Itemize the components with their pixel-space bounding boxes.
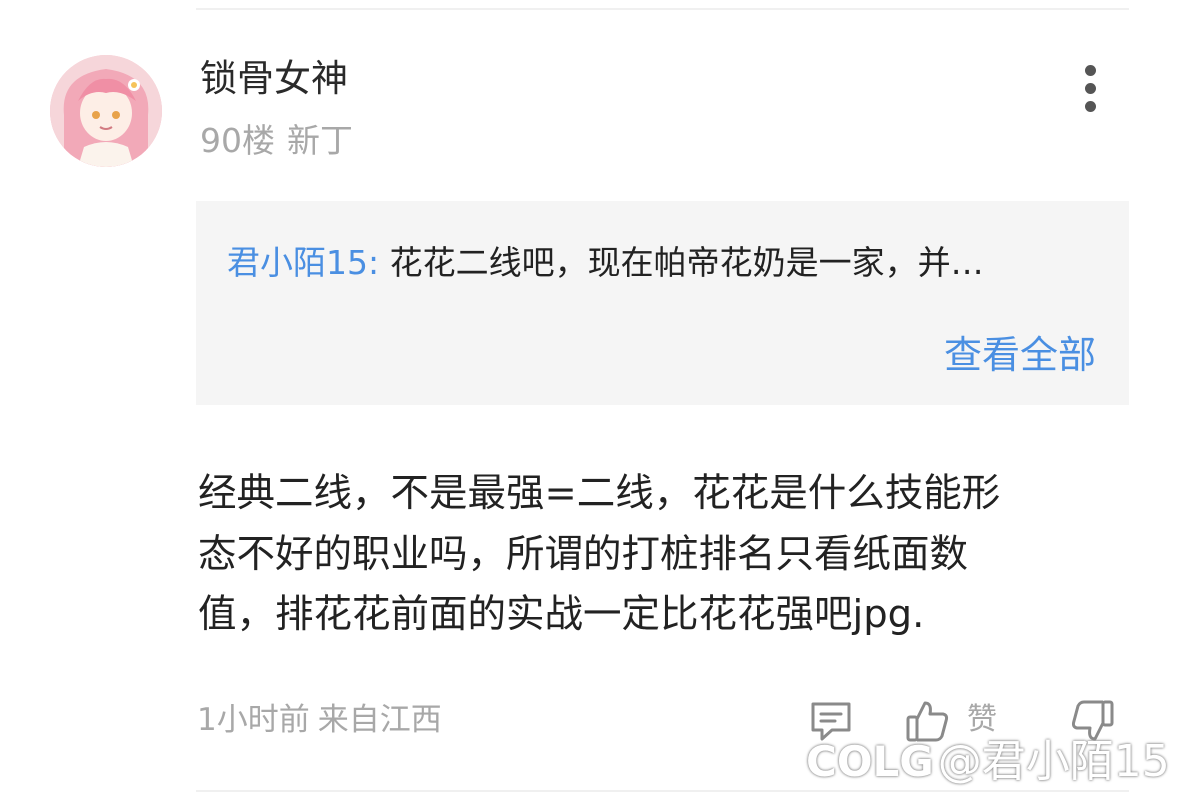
quote-line: 君小陌15: 花花二线吧，现在帕帝花奶是一家，并… — [227, 241, 984, 285]
post-content-line: 值，排花花前面的实战一定比花花强吧jpg. — [198, 592, 925, 637]
avatar[interactable] — [50, 55, 162, 167]
floor-number: 90楼 — [200, 121, 275, 160]
more-options-button[interactable] — [1076, 62, 1106, 114]
username[interactable]: 锁骨女神 — [200, 57, 348, 101]
post-time: 1小时前 — [197, 702, 310, 738]
watermark-logo: COLG — [806, 737, 934, 786]
bottom-divider — [196, 790, 1129, 792]
post-content: 经典二线，不是最强=二线，花花是什么技能形 态不好的职业吗，所谓的打桩排名只看纸… — [198, 464, 1108, 646]
floor-info: 90楼 新丁 — [200, 121, 353, 161]
avatar-image — [50, 55, 162, 167]
quoted-reply[interactable]: 君小陌15: 花花二线吧，现在帕帝花奶是一家，并… 查看全部 — [196, 201, 1129, 405]
quote-author[interactable]: 君小陌15: — [227, 243, 379, 282]
watermark: COLG@君小陌15 — [806, 736, 1170, 788]
view-all-link[interactable]: 查看全部 — [944, 331, 1096, 379]
post-content-line: 经典二线，不是最强=二线，花花是什么技能形 — [198, 471, 1001, 516]
watermark-text: @君小陌15 — [937, 736, 1170, 787]
quote-text: 花花二线吧，现在帕帝花奶是一家，并… — [389, 243, 984, 282]
user-rank: 新丁 — [287, 121, 353, 160]
top-divider — [196, 8, 1129, 10]
like-label: 赞 — [967, 702, 997, 737]
post-content-line: 态不好的职业吗，所谓的打桩排名只看纸面数 — [198, 531, 969, 577]
post-meta: 1小时前 来自江西 — [197, 700, 442, 740]
post-region: 来自江西 — [317, 702, 442, 738]
